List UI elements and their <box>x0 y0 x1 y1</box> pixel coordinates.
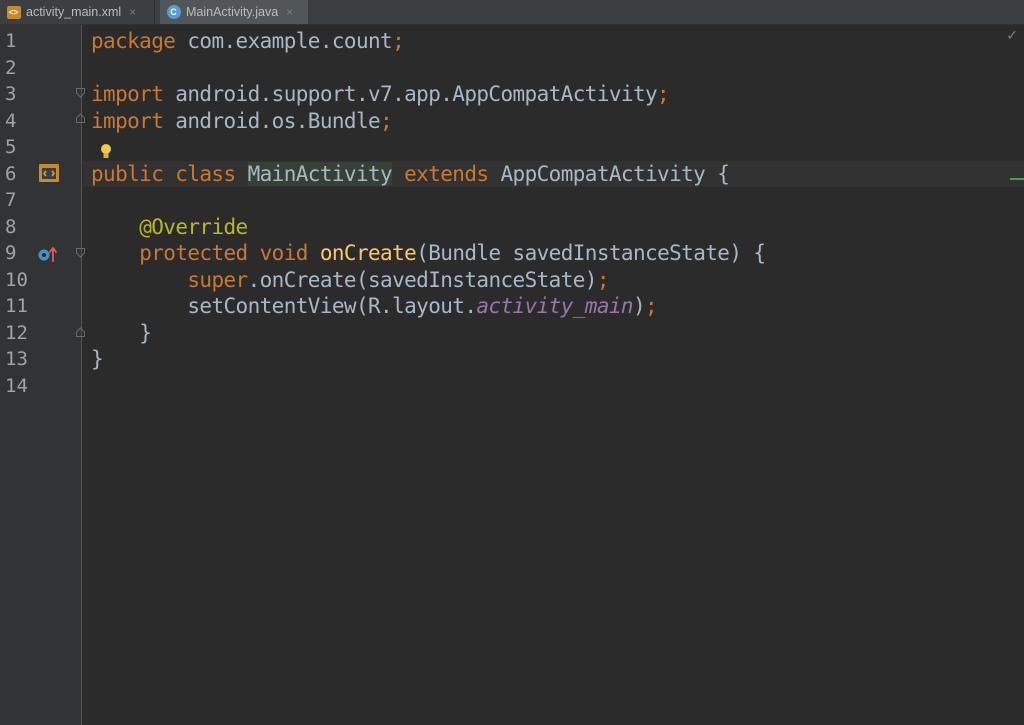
line-number: 1 <box>5 30 17 52</box>
tab-main-activity-java[interactable]: C MainActivity.java × <box>160 0 308 24</box>
tab-activity-main-xml[interactable]: <> activity_main.xml × <box>0 0 155 24</box>
code-line-10[interactable]: super.onCreate(savedInstanceState); <box>91 267 609 294</box>
layout-file-icon[interactable] <box>38 163 60 183</box>
overrides-method-icon[interactable] <box>37 244 59 264</box>
code-text: com.example.count <box>175 29 393 53</box>
java-class-icon: C <box>166 5 181 20</box>
semicolon: ; <box>392 29 405 53</box>
code-line-6[interactable]: public class MainActivity extends AppCom… <box>91 161 730 188</box>
annotation: @Override <box>139 214 248 239</box>
line-number: 14 <box>5 374 28 397</box>
code-line-1[interactable]: package com.example.count; <box>91 28 405 55</box>
code-text: } <box>139 320 152 345</box>
close-icon[interactable]: × <box>129 5 136 19</box>
keyword: import <box>91 108 164 133</box>
code-line-11[interactable]: setContentView(R.layout.activity_main); <box>91 293 657 320</box>
line-number: 6 <box>5 162 17 185</box>
static-field: activity_main <box>476 294 633 318</box>
code-line-12[interactable]: } <box>91 320 152 347</box>
semicolon: ; <box>645 294 658 318</box>
close-icon[interactable]: × <box>286 5 293 19</box>
code-line-9[interactable]: protected void onCreate(Bundle savedInst… <box>91 240 766 267</box>
line-number: 13 <box>5 348 28 370</box>
semicolon: ; <box>596 267 610 292</box>
line-number: 12 <box>5 321 28 344</box>
code-line-4[interactable]: import android.os.Bundle; <box>91 108 393 135</box>
tab-label: MainActivity.java <box>186 5 279 19</box>
line-number: 2 <box>5 56 17 79</box>
keyword: package <box>91 29 176 53</box>
keyword: import <box>91 82 164 106</box>
line-number: 11 <box>5 295 28 317</box>
class-name: MainActivity <box>247 161 393 186</box>
code-line-8[interactable]: @Override <box>91 214 248 241</box>
line-number: 4 <box>5 109 17 132</box>
semicolon: ; <box>380 108 393 133</box>
line-number: 8 <box>5 215 17 238</box>
line-number: 10 <box>5 268 28 291</box>
keyword: super <box>187 267 248 292</box>
code-text: android.os.Bundle <box>163 108 381 133</box>
keyword: extends <box>392 161 501 186</box>
line-number: 5 <box>5 136 17 158</box>
tab-label: activity_main.xml <box>26 5 122 19</box>
code-text: (Bundle savedInstanceState) { <box>416 241 766 265</box>
line-number: 3 <box>5 83 17 105</box>
code-text: setContentView(R.layout. <box>187 294 477 318</box>
code-text: android.support.v7.app.AppCompatActivity <box>163 82 658 106</box>
keyword: public class <box>91 161 248 186</box>
line-number: 9 <box>5 242 17 264</box>
code-text: } <box>91 347 104 371</box>
xml-file-icon: <> <box>6 5 21 20</box>
keyword: protected void <box>139 241 320 265</box>
code-text: ) <box>632 294 646 318</box>
code-line-13[interactable]: } <box>91 346 104 373</box>
line-number: 7 <box>5 189 17 211</box>
code-text: .onCreate(savedInstanceState) <box>247 267 598 292</box>
semicolon: ; <box>657 82 670 106</box>
change-marker[interactable] <box>1010 178 1024 180</box>
method-name: onCreate <box>319 241 417 265</box>
editor-tab-bar: <> activity_main.xml × C MainActivity.ja… <box>0 0 1024 25</box>
code-line-3[interactable]: import android.support.v7.app.AppCompatA… <box>91 81 670 108</box>
code-text: AppCompatActivity { <box>500 161 730 186</box>
inspection-ok-icon[interactable]: ✓ <box>1006 28 1018 44</box>
